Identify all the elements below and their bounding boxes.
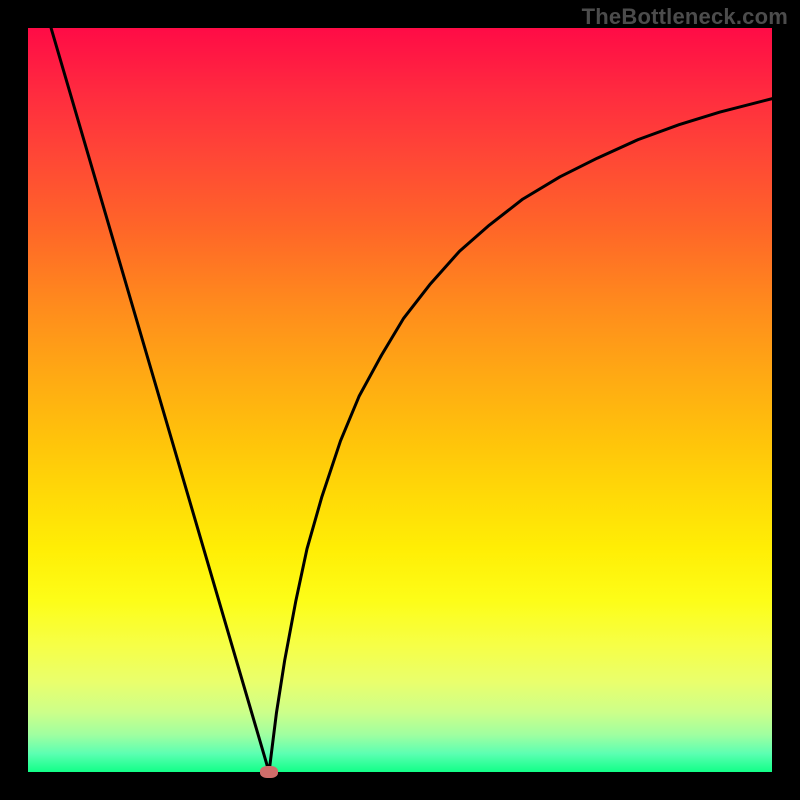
bottleneck-curve [51,28,772,772]
watermark-text: TheBottleneck.com [582,4,788,30]
curve-svg [28,28,772,772]
plot-area [28,28,772,772]
chart-frame: TheBottleneck.com [0,0,800,800]
optimum-marker [260,766,278,778]
